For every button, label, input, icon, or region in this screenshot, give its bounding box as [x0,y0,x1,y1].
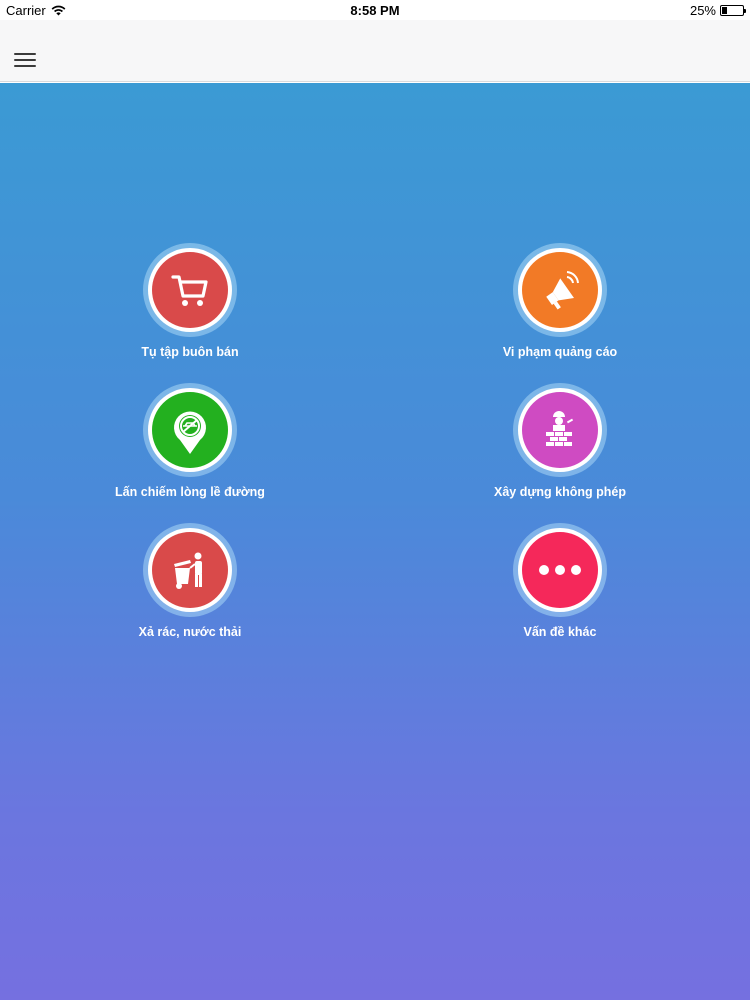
category-other-issues[interactable]: Vấn đề khác [430,523,690,639]
shopping-cart-icon [171,275,208,306]
icon-halo [513,243,607,337]
status-bar: Carrier 8:58 PM 25% [0,0,750,20]
category-label: Xả rác, nước thải [138,625,242,639]
battery-fill [722,7,727,14]
icon-ring [518,388,602,472]
icon-ring [148,528,232,612]
construction-worker-icon [546,411,574,446]
icon-ring [148,388,232,472]
icon-halo [513,383,607,477]
category-label: Vấn đề khác [523,625,597,639]
status-right: 25% [689,3,746,18]
category-advertising-violation[interactable]: Vi phạm quảng cáo [430,243,690,359]
icon-disc [522,252,598,328]
icon-halo [143,383,237,477]
icon-disc [522,392,598,468]
hamburger-menu-icon[interactable] [14,51,36,69]
icon-ring [148,248,232,332]
more-dots-icon [539,565,581,575]
navigation-bar [0,20,750,82]
category-label: Vi phạm quảng cáo [502,345,618,359]
icon-disc [152,252,228,328]
icon-halo [143,523,237,617]
icon-halo [513,523,607,617]
megaphone-icon [546,271,579,310]
category-grid: Tụ tập buôn bán Vi phạm quảng cáo Lấn ch… [0,83,750,1000]
category-street-vending[interactable]: Tụ tập buôn bán [60,243,320,359]
clock: 8:58 PM [350,3,400,18]
category-label: Xây dựng không phép [494,485,626,499]
battery-icon [720,5,746,16]
category-label: Tụ tập buôn bán [141,345,239,359]
no-parking-pin-icon [174,411,206,454]
category-littering-wastewater[interactable]: Xả rác, nước thải [60,523,320,639]
icon-ring [518,528,602,612]
category-unlicensed-construction[interactable]: Xây dựng không phép [430,383,690,499]
icon-disc [522,532,598,608]
icon-halo [143,243,237,337]
icon-disc [152,532,228,608]
trash-bin-icon [174,552,202,589]
icon-ring [518,248,602,332]
category-label: Lấn chiếm lòng lề đường [115,485,265,499]
battery-percent: 25% [689,3,716,18]
icon-disc [152,392,228,468]
category-sidewalk-encroachment[interactable]: Lấn chiếm lòng lề đường [60,383,320,499]
